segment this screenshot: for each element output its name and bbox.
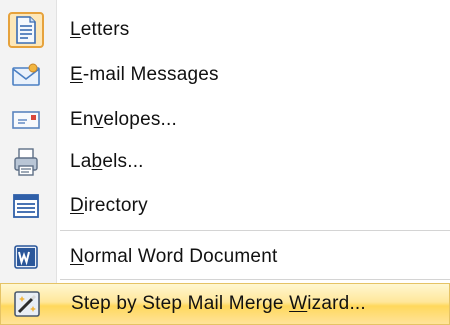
word-document-icon <box>8 239 44 275</box>
menu-item-letters[interactable]: Letters <box>0 8 450 52</box>
menu-item-labels[interactable]: Labels... <box>0 140 450 184</box>
menu-item-envelopes[interactable]: Envelopes... <box>0 98 450 142</box>
mail-merge-wizard-icon <box>9 286 45 322</box>
menu-item-mail-merge-wizard[interactable]: Step by Step Mail Merge Wizard... <box>0 283 450 325</box>
email-envelope-icon <box>8 57 44 93</box>
menu-separator <box>60 230 450 231</box>
menu-item-label: Directory <box>70 195 148 216</box>
letter-document-icon <box>8 12 44 48</box>
menu-item-label: Step by Step Mail Merge Wizard... <box>71 293 366 314</box>
labels-icon <box>8 144 44 180</box>
menu-item-directory[interactable]: Directory <box>0 184 450 228</box>
directory-list-icon <box>8 188 44 224</box>
menu-item-label: Labels... <box>70 151 144 172</box>
envelope-icon <box>8 102 44 138</box>
mail-merge-menu: Letters E-mail Messages Envelopes... Lab… <box>0 0 450 325</box>
menu-separator <box>60 279 450 280</box>
menu-item-label: Envelopes... <box>70 109 177 130</box>
menu-item-email-messages[interactable]: E-mail Messages <box>0 53 450 97</box>
menu-item-normal-word-document[interactable]: Normal Word Document <box>0 235 450 279</box>
menu-item-label: E-mail Messages <box>70 64 219 85</box>
menu-item-label: Letters <box>70 19 130 40</box>
menu-item-label: Normal Word Document <box>70 246 278 267</box>
